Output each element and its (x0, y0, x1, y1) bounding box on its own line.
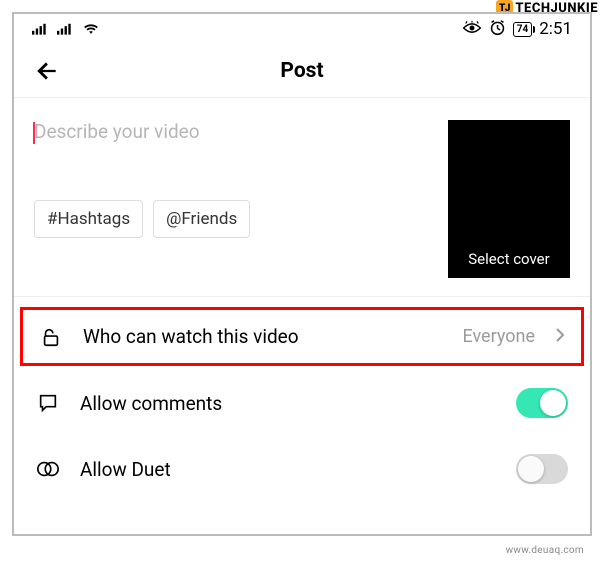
select-cover-button[interactable]: Select cover (448, 120, 570, 278)
watermark-bottom: www.deuaq.com (506, 545, 584, 556)
alarm-icon (489, 19, 506, 40)
battery-indicator: 74 (513, 22, 532, 37)
comments-row: Allow comments (14, 370, 590, 436)
back-button[interactable] (34, 58, 60, 84)
nav-bar: Post (14, 44, 590, 98)
chevron-right-icon (555, 327, 565, 347)
duet-icon (36, 458, 60, 480)
lock-open-icon (39, 326, 63, 348)
privacy-label: Who can watch this video (83, 325, 442, 348)
comment-icon (36, 392, 60, 414)
app-frame: 74 2:51 Post Describe your video #Hashta… (12, 12, 592, 536)
comments-label: Allow comments (80, 392, 496, 415)
clock: 2:51 (539, 19, 572, 39)
settings-list: Who can watch this video Everyone Allow … (14, 297, 590, 502)
status-bar: 74 2:51 (14, 14, 590, 44)
signal-icon-2 (57, 20, 74, 39)
comments-toggle[interactable] (516, 388, 568, 418)
duet-row: Allow Duet (14, 436, 590, 502)
signal-icon (32, 20, 49, 39)
hashtags-button[interactable]: #Hashtags (34, 200, 143, 238)
privacy-value: Everyone (462, 326, 535, 347)
duet-toggle[interactable] (516, 454, 568, 484)
duet-label: Allow Duet (80, 458, 496, 481)
cover-label: Select cover (468, 250, 549, 268)
eye-icon (462, 20, 482, 39)
page-title: Post (14, 59, 590, 83)
description-input[interactable]: Describe your video (34, 120, 434, 200)
privacy-row[interactable]: Who can watch this video Everyone (20, 307, 584, 366)
wifi-icon (82, 20, 100, 39)
friends-button[interactable]: @Friends (153, 200, 250, 238)
compose-area: Describe your video #Hashtags @Friends S… (14, 98, 590, 297)
